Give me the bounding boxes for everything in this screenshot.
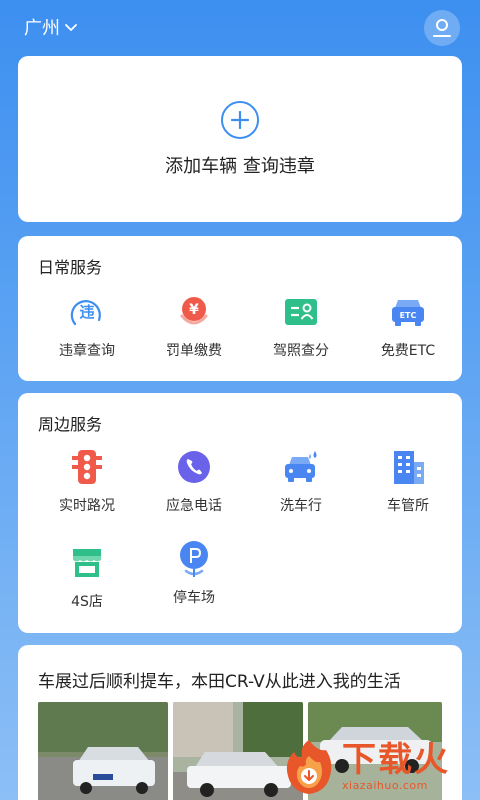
fine-payment-icon: ¥ — [174, 292, 214, 332]
watermark: 下载火 xiazaihuo.com — [282, 733, 480, 800]
service-free-etc[interactable]: ETC 免费ETC — [353, 292, 463, 360]
svg-text:违: 违 — [79, 303, 94, 321]
service-label: 免费ETC — [380, 343, 436, 359]
service-parking[interactable]: 停车场 — [139, 539, 249, 607]
add-vehicle-label: 添加车辆 查询违章 — [165, 156, 315, 177]
news-thumbnail-1[interactable] — [38, 702, 168, 800]
header: 广州 — [0, 0, 480, 56]
section-title: 日常服务 — [38, 258, 103, 277]
parking-icon — [174, 539, 214, 583]
building-icon — [388, 447, 428, 487]
flame-logo-icon — [282, 738, 336, 796]
service-traffic[interactable]: 实时路况 — [32, 447, 142, 515]
service-label: 车管所 — [387, 498, 429, 514]
traffic-light-icon — [67, 447, 107, 487]
watermark-name: 下载火 — [342, 740, 450, 780]
service-label: 违章查询 — [59, 343, 115, 359]
service-license-score[interactable]: 驾照查分 — [246, 292, 356, 360]
add-vehicle-card[interactable]: 添加车辆 查询违章 — [18, 56, 462, 222]
add-vehicle-button[interactable] — [221, 101, 259, 139]
service-label: 驾照查分 — [273, 343, 329, 359]
etc-icon: ETC — [388, 292, 428, 332]
city-label: 广州 — [24, 18, 60, 39]
service-vehicle-office[interactable]: 车管所 — [353, 447, 463, 515]
store-icon — [67, 543, 107, 583]
service-label: 洗车行 — [280, 498, 322, 514]
svg-text:ETC: ETC — [400, 311, 417, 320]
user-profile-button[interactable] — [424, 10, 460, 46]
daily-services-card: 日常服务 违 违章查询 ¥ 罚单缴费 驾照查分 ETC 免费ETC — [18, 236, 462, 381]
nearby-services-card: 周边服务 实时路况 应急电话 洗车行 车管所 4S店 停车场 — [18, 393, 462, 633]
service-label: 停车场 — [173, 590, 215, 606]
phone-icon — [174, 447, 214, 487]
license-score-icon — [281, 292, 321, 332]
svg-text:¥: ¥ — [189, 302, 199, 318]
service-label: 实时路况 — [59, 498, 115, 514]
user-icon — [433, 19, 451, 37]
car-wash-icon — [281, 447, 321, 487]
section-title: 周边服务 — [38, 415, 103, 434]
service-label: 4S店 — [71, 594, 103, 610]
service-violation-query[interactable]: 违 违章查询 — [32, 292, 142, 360]
service-label: 应急电话 — [166, 498, 222, 514]
chevron-down-icon — [65, 24, 77, 31]
plus-icon — [230, 110, 250, 130]
service-car-wash[interactable]: 洗车行 — [246, 447, 356, 515]
service-emergency-phone[interactable]: 应急电话 — [139, 447, 249, 515]
city-selector[interactable]: 广州 — [24, 14, 78, 40]
news-title[interactable]: 车展过后顺利提车，本田CR-V从此进入我的生活 — [38, 667, 401, 692]
service-label: 罚单缴费 — [166, 343, 222, 359]
service-4s-store[interactable]: 4S店 — [32, 543, 142, 611]
watermark-url: xiazaihuo.com — [342, 779, 428, 792]
violation-query-icon: 违 — [67, 292, 107, 332]
service-fine-payment[interactable]: ¥ 罚单缴费 — [139, 292, 249, 360]
